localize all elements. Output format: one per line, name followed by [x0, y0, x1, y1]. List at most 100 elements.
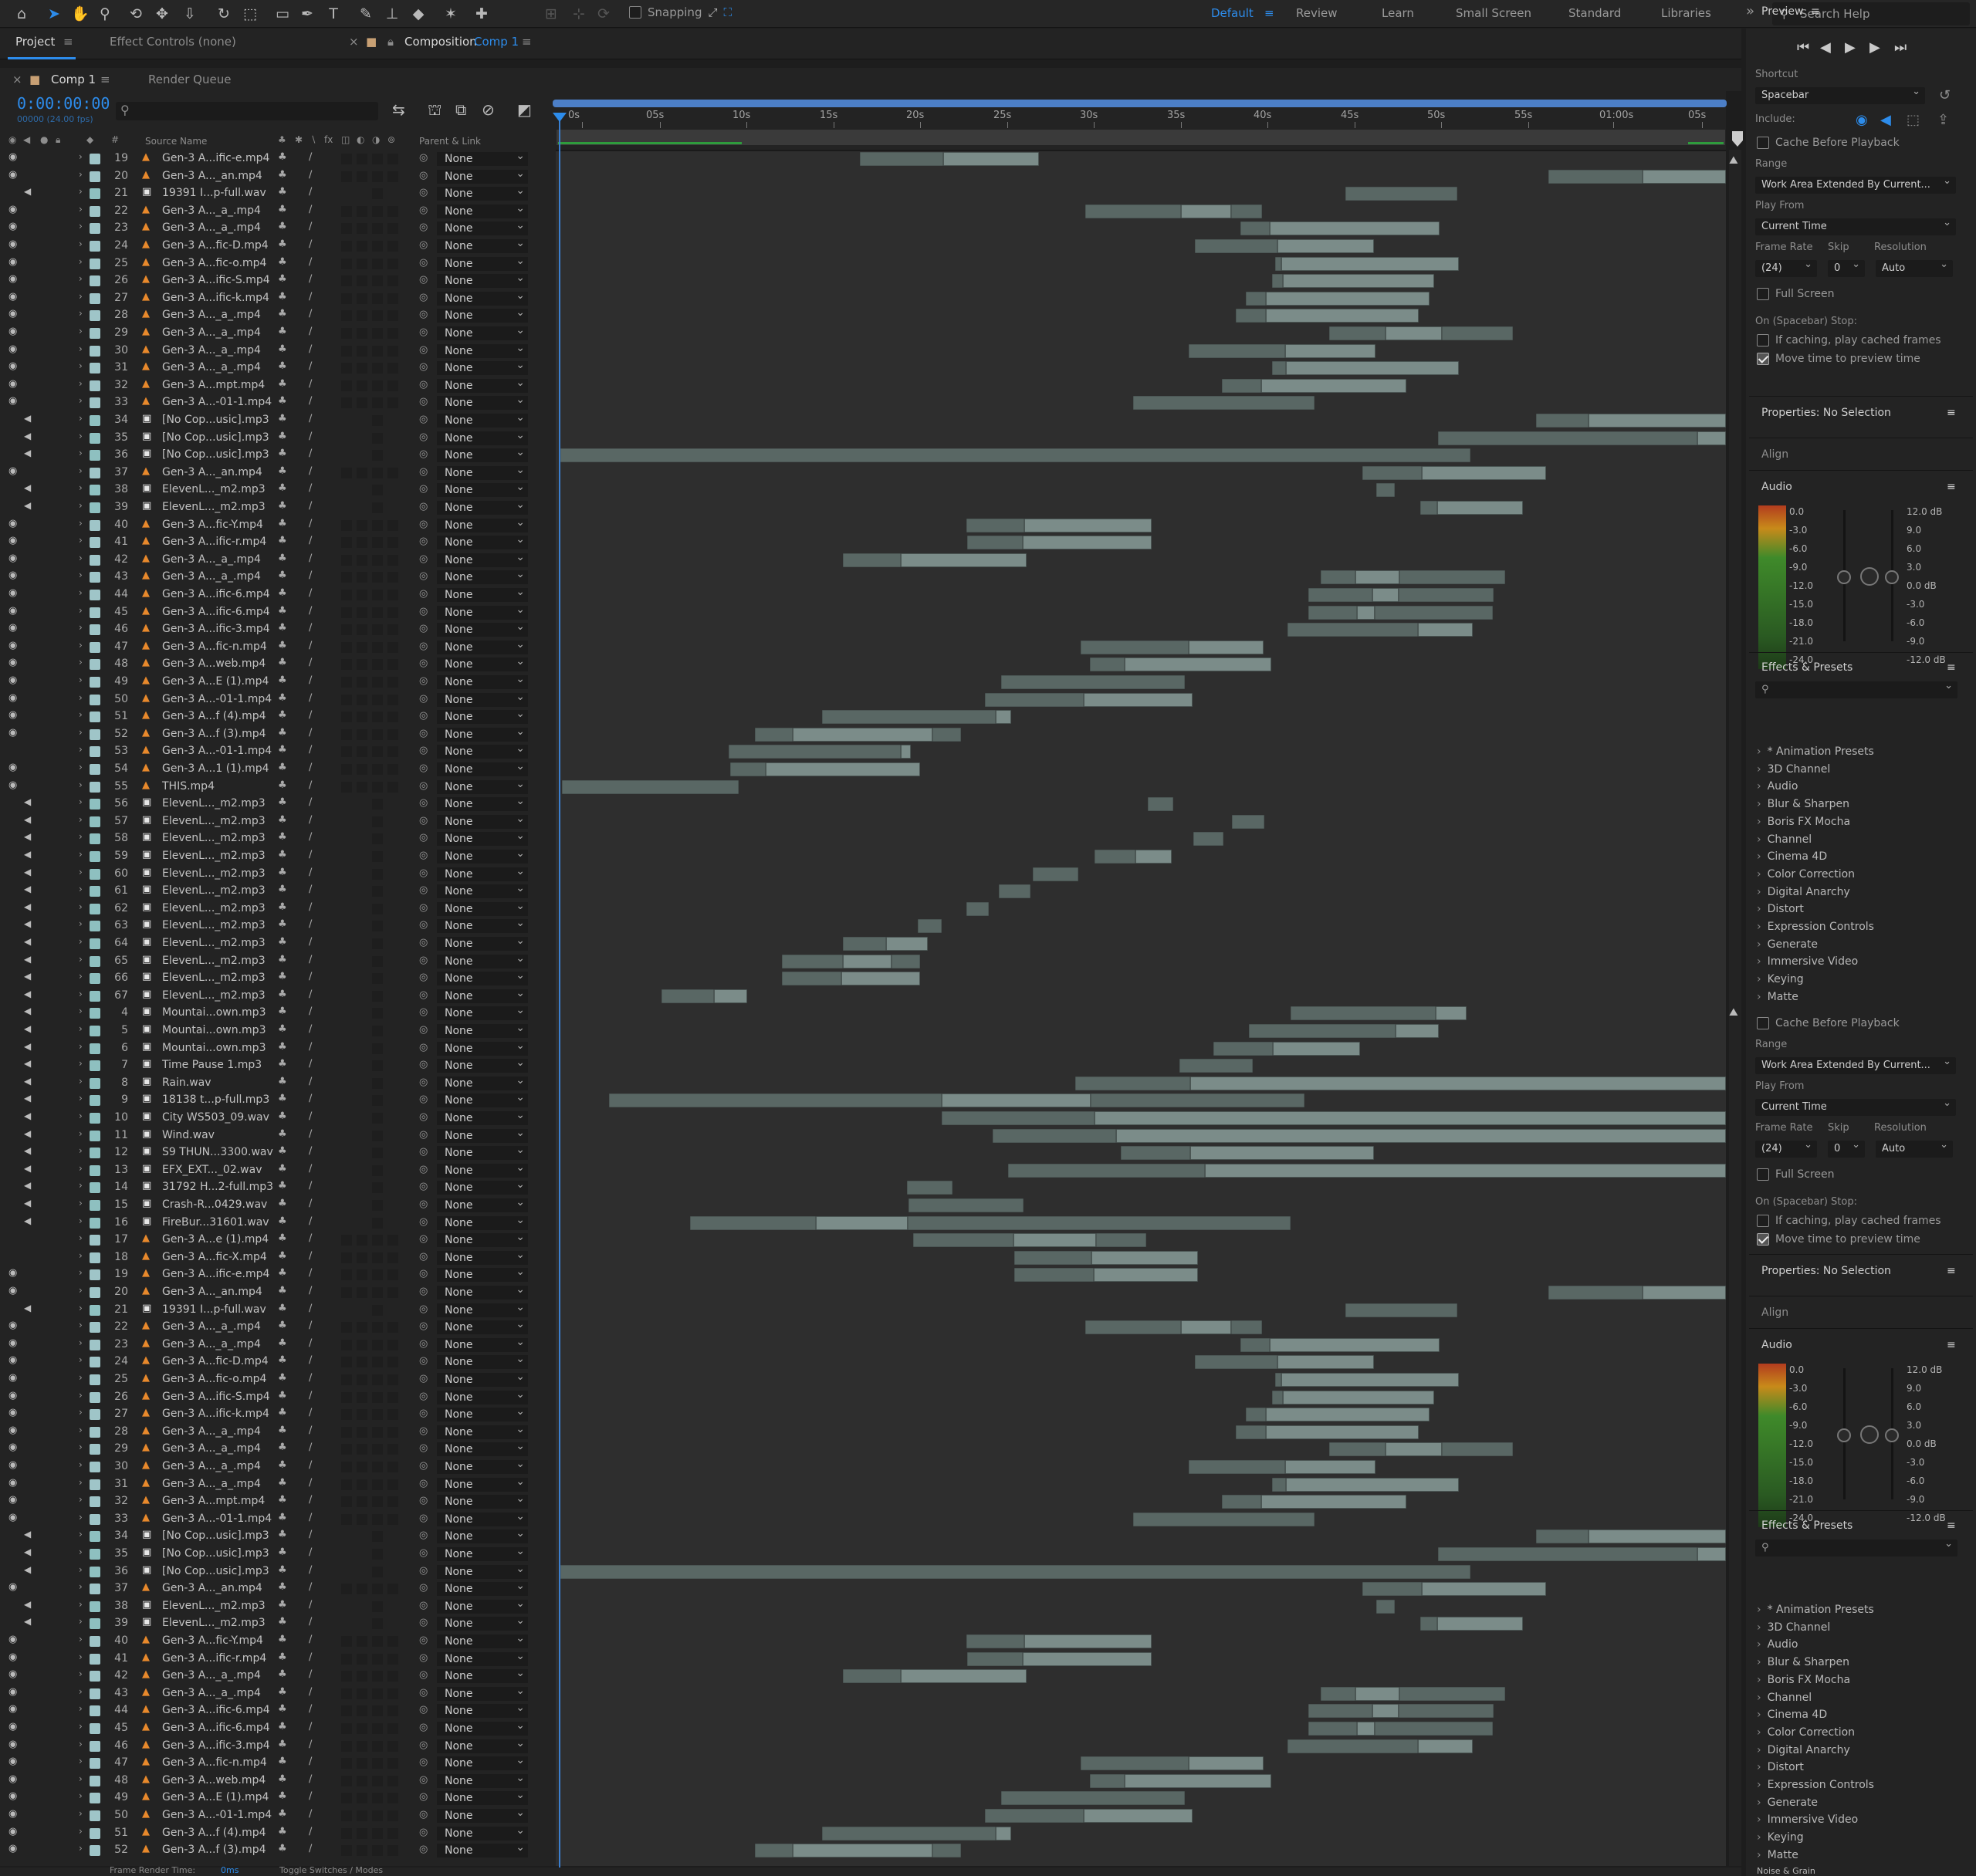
effects-category[interactable]: › Boris FX Mocha — [1757, 816, 1850, 828]
quality-switch-icon[interactable]: ∕ — [309, 169, 312, 181]
quality-switch-icon[interactable]: ∕ — [309, 831, 312, 843]
layer-switch-box[interactable] — [372, 903, 383, 914]
shy-switch-icon[interactable]: ♣ — [278, 1686, 287, 1698]
effects-category[interactable]: › Expression Controls — [1757, 921, 1874, 933]
pickwhip-icon[interactable]: ◎ — [419, 1042, 428, 1053]
layer-duration-bar[interactable] — [985, 1809, 1084, 1823]
zoom-in-icon[interactable]: ⛰ — [1729, 154, 1738, 167]
layer-switch-box[interactable] — [372, 624, 383, 636]
expand-arrow-icon[interactable]: › — [79, 1634, 83, 1644]
quality-switch-icon[interactable]: ∕ — [309, 989, 312, 1000]
layer-switch-box[interactable] — [372, 1409, 383, 1421]
layer-switch-box[interactable] — [357, 1409, 367, 1421]
expand-arrow-icon[interactable]: › — [79, 221, 83, 232]
layer-duration-bar[interactable] — [1014, 1250, 1091, 1265]
layer-duration-bar[interactable] — [766, 762, 920, 776]
quality-switch-icon[interactable]: ∕ — [309, 1459, 312, 1471]
orbit-camera-icon[interactable]: ⟲ — [125, 3, 147, 25]
visibility-eye-icon[interactable]: ◉ — [8, 1773, 17, 1785]
layer-duration-bar[interactable] — [1438, 431, 1697, 445]
expand-arrow-icon[interactable]: › — [79, 169, 83, 180]
layer-source-name[interactable]: ElevenL..._m2.mp3 — [162, 483, 266, 495]
audio-left-knob[interactable] — [1837, 570, 1851, 584]
expand-arrow-icon[interactable]: › — [1757, 833, 1761, 846]
expand-arrow-icon[interactable]: › — [1757, 973, 1761, 985]
pickwhip-icon[interactable]: ◎ — [419, 623, 428, 634]
visibility-eye-icon[interactable]: ◉ — [8, 291, 17, 303]
layer-row[interactable]: ◀ › 16 ▣ FireBur...31601.wav ♣ ∕ ◎ None — [0, 1213, 556, 1232]
shy-switch-icon[interactable]: ♣ — [278, 1442, 287, 1453]
layer-duration-bar[interactable] — [782, 972, 841, 986]
layer-switch-box[interactable] — [341, 205, 352, 217]
layer-row[interactable]: ◉ › 54 ▲ Gen-3 A...1 (1).mp4 ♣ ∕ ◎ None — [0, 759, 556, 779]
layer-switch-box[interactable] — [387, 1391, 398, 1403]
layer-row[interactable]: ◉ › 33 ▲ Gen-3 A...-01-1.mp4 ♣ ∕ ◎ None — [0, 393, 556, 412]
layer-switch-box[interactable] — [357, 154, 367, 164]
label-color-swatch[interactable] — [90, 1235, 100, 1246]
label-color-swatch[interactable] — [90, 1077, 100, 1089]
layer-duration-bar[interactable] — [1548, 1286, 1643, 1300]
parent-dropdown[interactable]: None — [437, 1404, 528, 1422]
expand-arrow-icon[interactable]: › — [79, 1529, 83, 1540]
layer-row[interactable]: ◉ › 49 ▲ Gen-3 A...E (1).mp4 ♣ ∕ ◎ None — [0, 1788, 556, 1807]
layer-switch-box[interactable] — [372, 1269, 383, 1281]
label-color-swatch[interactable] — [90, 1322, 100, 1333]
visibility-eye-icon[interactable]: ◉ — [8, 605, 17, 617]
layer-duration-bar[interactable] — [1285, 1460, 1375, 1474]
layer-duration-bar[interactable] — [1375, 605, 1493, 620]
layer-switch-box[interactable] — [387, 1235, 398, 1246]
label-color-swatch[interactable] — [90, 292, 100, 304]
layer-duration-bar[interactable] — [1081, 640, 1189, 654]
parent-dropdown[interactable]: None — [437, 445, 528, 463]
layer-duration-bar[interactable] — [1023, 536, 1152, 550]
expand-arrow-icon[interactable]: › — [1757, 1831, 1761, 1844]
shy-switch-icon[interactable]: ♣ — [278, 1285, 287, 1296]
pickwhip-icon[interactable]: ◎ — [419, 762, 428, 774]
parent-dropdown[interactable]: None — [437, 1649, 528, 1666]
layer-source-name[interactable]: Gen-3 A...fic-Y.mp4 — [162, 1634, 263, 1647]
expand-arrow-icon[interactable]: › — [1757, 780, 1761, 793]
expand-arrow-icon[interactable]: › — [1757, 868, 1761, 881]
expand-arrow-icon[interactable]: › — [79, 1686, 83, 1697]
layer-switch-box[interactable] — [341, 241, 352, 252]
quality-switch-icon[interactable]: ∕ — [309, 1843, 312, 1854]
layer-switch-box[interactable] — [387, 537, 398, 549]
expand-arrow-icon[interactable]: › — [79, 971, 83, 982]
layer-source-name[interactable]: EFX_EXT..._02.wav — [162, 1164, 262, 1176]
quality-switch-icon[interactable]: ∕ — [309, 884, 312, 895]
layer-switch-box[interactable] — [372, 415, 383, 426]
layer-switch-box[interactable] — [387, 380, 398, 391]
layer-switch-box[interactable] — [387, 1775, 398, 1786]
layer-switch-box[interactable] — [372, 990, 383, 1002]
pickwhip-icon[interactable]: ◎ — [419, 536, 428, 547]
include-video-icon[interactable]: ◉ — [1856, 112, 1868, 128]
quality-switch-icon[interactable]: ∕ — [309, 1354, 312, 1366]
layer-duration-bar[interactable] — [1023, 1651, 1152, 1666]
layer-duration-bar[interactable] — [1075, 1076, 1190, 1090]
label-color-swatch[interactable] — [90, 1409, 100, 1421]
expand-arrow-icon[interactable]: › — [79, 238, 83, 249]
label-color-swatch[interactable] — [90, 223, 100, 235]
expand-arrow-icon[interactable]: › — [1757, 1674, 1761, 1686]
parent-dropdown[interactable]: None — [437, 1701, 528, 1719]
audio-speaker-icon[interactable]: ◀ — [24, 849, 31, 860]
layer-duration-bar[interactable] — [1372, 1704, 1399, 1719]
effects-category[interactable]: › Digital Anarchy — [1757, 1744, 1850, 1756]
layer-switch-box[interactable] — [387, 641, 398, 653]
expand-arrow-icon[interactable]: › — [79, 570, 83, 580]
label-color-swatch[interactable] — [90, 154, 100, 164]
quality-switch-icon[interactable]: ∕ — [309, 431, 312, 442]
layer-source-name[interactable]: THIS.mp4 — [162, 780, 215, 793]
parent-dropdown[interactable]: None — [437, 218, 528, 236]
parent-dropdown[interactable]: None — [437, 637, 528, 654]
quality-switch-icon[interactable]: ∕ — [309, 326, 312, 337]
expand-arrow-icon[interactable]: › — [79, 1006, 83, 1016]
layer-row[interactable]: ◀ › 10 ▣ City WS503_09.wav ♣ ∕ ◎ None — [0, 1108, 556, 1127]
layer-duration-bar[interactable] — [1399, 588, 1494, 602]
layer-source-name[interactable]: ElevenL..._m2.mp3 — [162, 501, 266, 513]
frame-blending-icon[interactable]: ⊘ — [482, 100, 495, 119]
expand-arrow-icon[interactable]: › — [79, 465, 83, 476]
quality-switch-icon[interactable]: ∕ — [309, 971, 312, 982]
layer-switch-box[interactable] — [341, 1845, 352, 1857]
shy-switch-icon[interactable]: ♣ — [278, 1581, 287, 1593]
